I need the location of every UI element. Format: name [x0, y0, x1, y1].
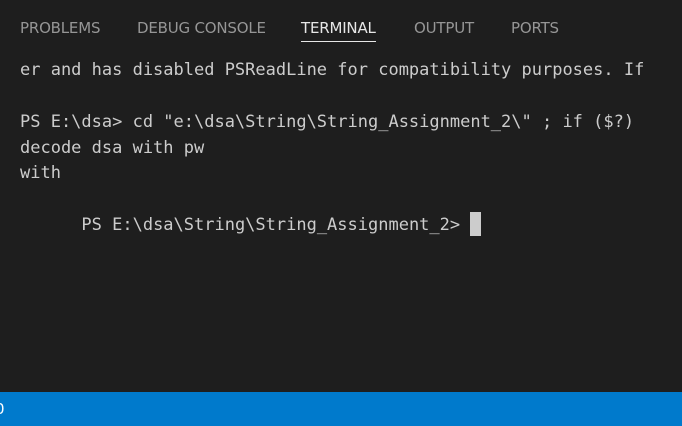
tab-debug-console[interactable]: DEBUG CONSOLE: [137, 17, 266, 41]
active-tab-indicator: [301, 41, 376, 42]
tab-terminal-label: TERMINAL: [301, 19, 376, 37]
terminal-cursor: [470, 212, 482, 236]
terminal-line: decode dsa with pw: [20, 138, 205, 158]
tab-terminal[interactable]: TERMINAL: [301, 17, 376, 42]
tab-output-label: OUTPUT: [414, 19, 474, 37]
terminal-output[interactable]: er and has disabled PSReadLine for compa…: [20, 56, 682, 392]
tab-ports-label: PORTS: [511, 19, 559, 37]
tab-problems[interactable]: PROBLEMS: [20, 17, 100, 41]
terminal-line: with: [20, 163, 61, 183]
panel-tab-bar: PROBLEMS DEBUG CONSOLE TERMINAL OUTPUT P…: [0, 0, 682, 56]
terminal-line: er and has disabled PSReadLine for compa…: [20, 60, 645, 80]
tab-problems-label: PROBLEMS: [20, 19, 101, 37]
terminal-prompt-line: PS E:\dsa\String\String_Assignment_2>: [20, 186, 482, 236]
terminal-prompt: PS E:\dsa\String\String_Assignment_2>: [81, 215, 461, 235]
status-bar-item[interactable]: 0: [0, 392, 5, 426]
terminal-panel: PROBLEMS DEBUG CONSOLE TERMINAL OUTPUT P…: [0, 0, 682, 426]
tab-output[interactable]: OUTPUT: [414, 17, 474, 41]
tab-debug-console-label: DEBUG CONSOLE: [137, 19, 266, 37]
terminal-line: PS E:\dsa> cd "e:\dsa\String\String_Assi…: [20, 112, 635, 132]
tab-ports[interactable]: PORTS: [511, 17, 559, 41]
status-bar: 0: [0, 392, 682, 426]
